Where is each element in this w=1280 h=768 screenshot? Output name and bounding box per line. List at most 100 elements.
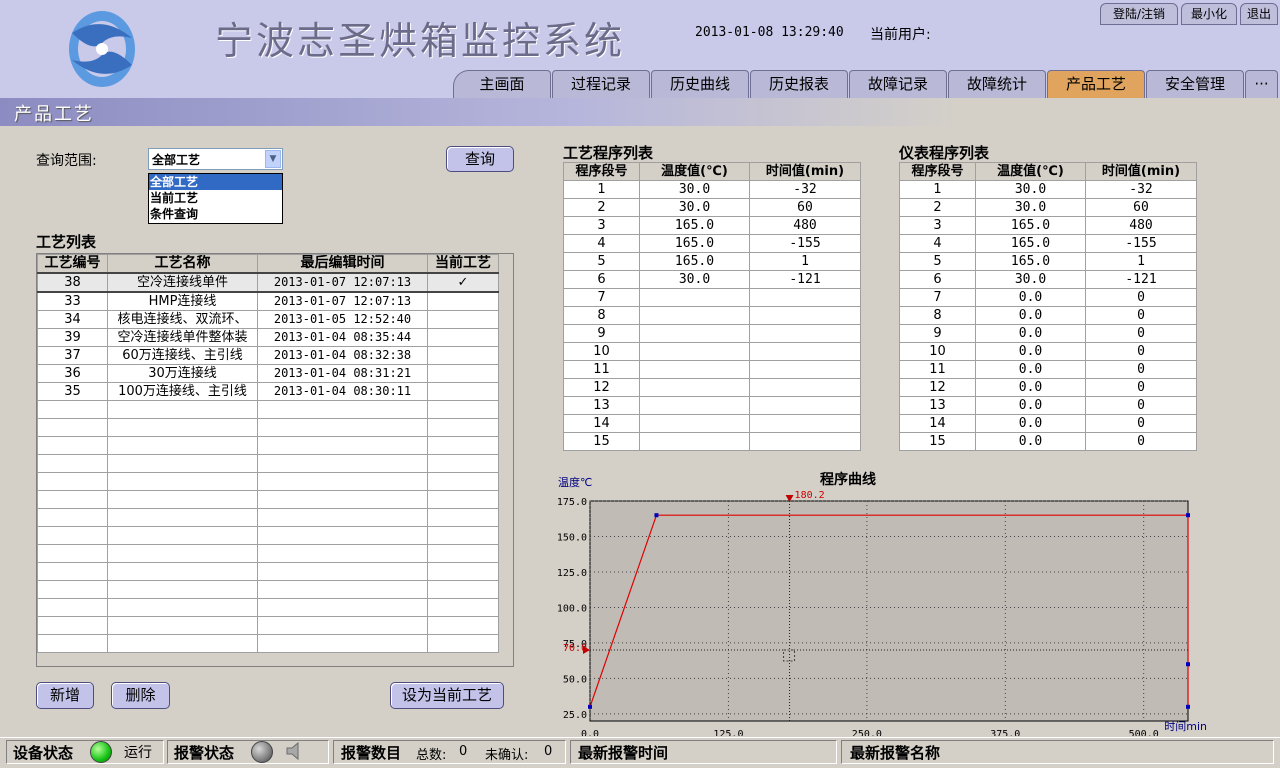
tab-more[interactable]: ··· — [1245, 70, 1278, 98]
device-status-label: 设备状态 — [13, 744, 74, 762]
x-tick-label: 0.0 — [581, 729, 599, 736]
minimize-button[interactable]: 最小化 — [1181, 3, 1237, 25]
meter-program-segment-cell: 15 — [899, 432, 976, 451]
dropdown-option-current[interactable]: 当前工艺 — [149, 190, 282, 206]
tab-fault-stats[interactable]: 故障统计 — [948, 70, 1046, 98]
exit-button[interactable]: 退出 — [1240, 3, 1278, 25]
table-row[interactable] — [37, 418, 499, 437]
empty-cell — [257, 490, 428, 509]
table-row: 4 165.0 -155 — [563, 234, 861, 253]
table-row[interactable] — [37, 454, 499, 473]
query-button[interactable]: 查询 — [446, 146, 514, 172]
y-tick-label: 25.0 — [563, 710, 587, 721]
current-process-cell — [427, 346, 499, 365]
tab-security[interactable]: 安全管理 — [1146, 70, 1244, 98]
speaker-icon[interactable] — [285, 740, 305, 762]
table-row: 13 — [563, 396, 861, 415]
column-header[interactable]: 工艺名称 — [107, 254, 258, 274]
process-program-time-cell — [749, 432, 861, 451]
tab-product-process[interactable]: 产品工艺 — [1047, 70, 1145, 98]
process-program-segment-cell: 15 — [563, 432, 640, 451]
cursor-y-label: 70.0 — [563, 643, 587, 654]
process-program-time-cell — [749, 414, 861, 433]
column-header[interactable]: 最后编辑时间 — [257, 254, 428, 274]
meter-program-temperature-cell: 165.0 — [975, 234, 1086, 253]
process-name-cell: 核电连接线、双流环、 — [107, 310, 258, 329]
table-row: 15 — [563, 432, 861, 451]
process-id-cell: 38 — [37, 272, 108, 293]
meter-program-time-cell: 1 — [1085, 252, 1197, 271]
process-program-temperature-cell — [639, 324, 750, 343]
column-header[interactable]: 当前工艺 — [427, 254, 499, 274]
meter-program-segment-cell: 8 — [899, 306, 976, 325]
process-program-temperature-cell — [639, 288, 750, 307]
y-tick-label: 100.0 — [557, 603, 587, 614]
meter-program-time-cell: 0 — [1085, 306, 1197, 325]
empty-cell — [427, 472, 499, 491]
process-program-temperature-cell — [639, 414, 750, 433]
query-range-select[interactable]: 全部工艺 ▼ — [148, 148, 283, 170]
table-row[interactable] — [37, 634, 499, 653]
delete-button[interactable]: 删除 — [111, 682, 170, 709]
column-header: 时间值(min) — [749, 162, 861, 181]
current-process-cell — [427, 328, 499, 347]
meter-program-segment-cell: 4 — [899, 234, 976, 253]
add-button[interactable]: 新增 — [36, 682, 94, 709]
current-user-label: 当前用户: — [870, 27, 931, 43]
section-title: 产品工艺 — [14, 104, 94, 125]
meter-program-title: 仪表程序列表 — [899, 144, 990, 162]
dropdown-option-conditional[interactable]: 条件查询 — [149, 206, 282, 222]
login-logout-button[interactable]: 登陆/注销 — [1100, 3, 1178, 25]
table-row[interactable] — [37, 436, 499, 455]
meter-program-temperature-cell: 0.0 — [975, 288, 1086, 307]
tab-main[interactable]: 主画面 — [453, 70, 551, 98]
table-row[interactable]: 33 HMP连接线 2013-01-07 12:07:13 — [37, 291, 499, 311]
table-row[interactable] — [37, 598, 499, 617]
tab-process-records[interactable]: 过程记录 — [552, 70, 650, 98]
data-point — [1186, 704, 1190, 709]
table-row[interactable] — [37, 580, 499, 599]
set-current-process-button[interactable]: 设为当前工艺 — [390, 682, 504, 709]
table-row[interactable]: 39 空冷连接线单件整体装 2013-01-04 08:35:44 — [37, 328, 499, 347]
empty-cell — [427, 544, 499, 563]
table-row[interactable] — [37, 526, 499, 545]
process-program-temperature-cell — [639, 396, 750, 415]
process-program-temperature-cell: 30.0 — [639, 198, 750, 217]
table-row[interactable] — [37, 544, 499, 563]
tab-fault-records[interactable]: 故障记录 — [849, 70, 947, 98]
empty-cell — [37, 454, 108, 473]
empty-cell — [257, 562, 428, 581]
alarm-total-label: 总数: — [416, 748, 447, 763]
table-row[interactable] — [37, 508, 499, 527]
process-program-segment-cell: 9 — [563, 324, 640, 343]
process-program-segment-cell: 8 — [563, 306, 640, 325]
empty-cell — [427, 634, 499, 653]
process-list-title: 工艺列表 — [36, 233, 97, 251]
tab-history-report[interactable]: 历史报表 — [750, 70, 848, 98]
empty-cell — [427, 454, 499, 473]
empty-cell — [257, 634, 428, 653]
table-row[interactable] — [37, 400, 499, 419]
table-row[interactable] — [37, 472, 499, 491]
process-program-temperature-cell: 30.0 — [639, 180, 750, 199]
meter-program-time-cell: 0 — [1085, 432, 1197, 451]
tab-history-curve[interactable]: 历史曲线 — [651, 70, 749, 98]
table-row[interactable]: 36 30万连接线 2013-01-04 08:31:21 — [37, 364, 499, 383]
y-axis-label: 温度℃ — [558, 475, 592, 489]
alarm-count-label: 报警数目 — [341, 744, 402, 762]
dropdown-option-all[interactable]: 全部工艺 — [149, 174, 282, 190]
process-program-time-cell: 1 — [749, 252, 861, 271]
chevron-down-icon[interactable]: ▼ — [265, 150, 281, 168]
table-row[interactable] — [37, 562, 499, 581]
empty-cell — [37, 490, 108, 509]
table-row[interactable] — [37, 490, 499, 509]
table-row[interactable]: 34 核电连接线、双流环、 2013-01-05 12:52:40 — [37, 310, 499, 329]
column-header[interactable]: 工艺编号 — [37, 254, 108, 274]
table-row[interactable]: 37 60万连接线、主引线 2013-01-04 08:32:38 — [37, 346, 499, 365]
empty-cell — [427, 490, 499, 509]
table-row[interactable] — [37, 616, 499, 635]
process-program-time-cell: -121 — [749, 270, 861, 289]
table-row[interactable]: 38 空冷连接线单件 2013-01-07 12:07:13 ✓ — [37, 272, 499, 293]
table-row[interactable]: 35 100万连接线、主引线 2013-01-04 08:30:11 — [37, 382, 499, 401]
meter-program-temperature-cell: 0.0 — [975, 360, 1086, 379]
